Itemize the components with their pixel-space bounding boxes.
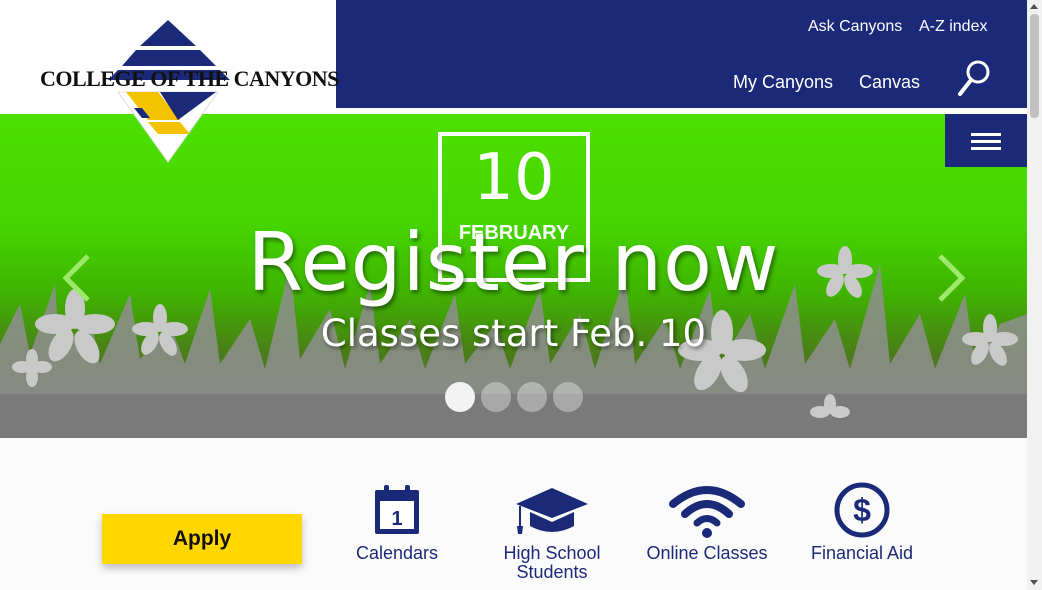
quick-link-calendars[interactable]: 1 Calendars	[322, 482, 472, 563]
page-scrollbar[interactable]	[1027, 0, 1042, 590]
carousel-dot-2[interactable]	[481, 382, 511, 412]
hamburger-menu-icon-line	[971, 147, 1001, 150]
graduation-cap-icon	[516, 488, 588, 534]
chevron-left-icon	[62, 254, 90, 302]
date-day: 10	[473, 141, 555, 215]
hero-title: Register now	[247, 216, 780, 309]
my-canyons-link[interactable]: My Canyons	[733, 72, 833, 93]
carousel-pagination	[445, 382, 583, 412]
dollar-icon: $	[834, 482, 890, 538]
svg-text:1: 1	[391, 508, 402, 530]
carousel-dot-4[interactable]	[553, 382, 583, 412]
quick-link-label: Financial Aid	[810, 543, 914, 563]
scroll-up-arrow-icon[interactable]	[1030, 4, 1038, 9]
search-icon	[958, 60, 990, 96]
canvas-link[interactable]: Canvas	[859, 72, 920, 93]
quick-link-label: Calendars	[355, 543, 439, 563]
hamburger-menu-icon-line	[971, 133, 1001, 136]
calendar-icon: 1	[375, 485, 419, 534]
carousel-next-button[interactable]	[930, 248, 970, 308]
menu-button[interactable]	[945, 114, 1027, 167]
quick-link-online-classes[interactable]: Online Classes	[632, 482, 782, 563]
logo-text: COLLEGE OF THE CANYONS	[40, 66, 339, 91]
carousel-dot-3[interactable]	[517, 382, 547, 412]
carousel-dot-1[interactable]	[445, 382, 475, 412]
apply-button[interactable]: Apply	[102, 514, 302, 564]
svg-text:$: $	[853, 492, 871, 528]
quick-link-label: Online Classes	[646, 543, 768, 563]
ask-canyons-link[interactable]: Ask Canyons	[808, 18, 902, 36]
scroll-thumb[interactable]	[1030, 14, 1039, 118]
hamburger-menu-icon-line	[971, 140, 1001, 143]
quick-link-label: High School Students	[503, 543, 601, 582]
quick-link-high-school-students[interactable]: High School Students	[477, 482, 627, 582]
hero-subtitle: Classes start Feb. 10	[320, 312, 707, 355]
scroll-down-arrow-icon[interactable]	[1030, 580, 1038, 585]
quick-links-section: Apply 1 Calendars High School Students O…	[0, 438, 1027, 590]
search-button[interactable]	[954, 58, 994, 100]
carousel-prev-button[interactable]	[58, 248, 98, 308]
a-z-index-link[interactable]: A-Z index	[919, 18, 987, 36]
top-navigation-bar: Ask Canyons A-Z index My Canyons Canvas	[336, 0, 1027, 108]
quick-link-financial-aid[interactable]: $ Financial Aid	[787, 482, 937, 563]
page: COLLEGE OF THE CANYONS Ask Canyons A-Z i…	[0, 0, 1042, 590]
wifi-icon	[669, 486, 745, 538]
chevron-right-icon	[938, 254, 966, 302]
